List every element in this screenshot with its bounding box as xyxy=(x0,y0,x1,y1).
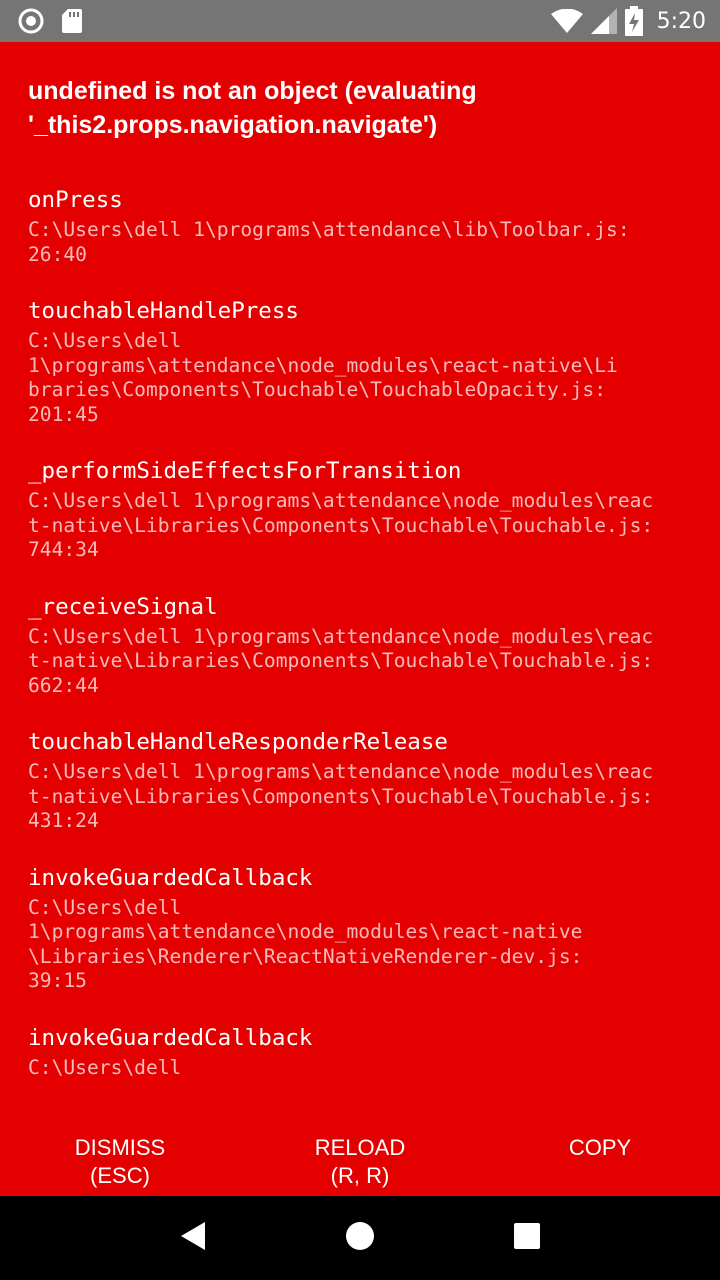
copy-button[interactable]: COPY xyxy=(480,1090,720,1196)
sd-card-icon xyxy=(62,9,82,33)
frame-method: invokeGuardedCallback xyxy=(28,1024,313,1051)
stack-frame[interactable]: touchableHandleResponderRelease C:\Users… xyxy=(28,726,696,834)
recents-icon xyxy=(513,1222,541,1255)
frame-method: invokeGuardedCallback xyxy=(28,864,313,891)
stack-frame[interactable]: onPress C:\Users\dell 1\programs\attenda… xyxy=(28,184,696,267)
status-bar: 5:20 xyxy=(0,0,720,42)
stack-frame[interactable]: touchableHandlePress C:\Users\dell 1\pro… xyxy=(28,295,696,427)
frame-file: C:\Users\dell 1\programs\attendance\node… xyxy=(28,760,654,832)
frame-method: touchableHandlePress xyxy=(28,298,299,324)
cell-signal-icon xyxy=(590,8,617,34)
battery-charging-icon xyxy=(624,6,643,36)
stack-trace[interactable]: onPress C:\Users\dell 1\programs\attenda… xyxy=(28,184,696,1122)
frame-file: C:\Users\dell 1\programs\attendance\lib\… xyxy=(28,218,630,266)
status-time: 5:20 xyxy=(656,8,706,34)
frame-file: C:\Users\dell 1\programs\attendance\node… xyxy=(28,489,654,561)
stack-frame[interactable]: invokeGuardedCallback C:\Users\dell xyxy=(28,1022,696,1081)
frame-file: C:\Users\dell 1\programs\attendance\node… xyxy=(28,895,583,993)
frame-file: C:\Users\dell 1\programs\attendance\node… xyxy=(28,329,618,426)
home-button[interactable] xyxy=(330,1208,390,1268)
frame-method: _performSideEffectsForTransition xyxy=(28,458,462,484)
dismiss-button[interactable]: DISMISS (ESC) xyxy=(0,1090,240,1196)
record-icon xyxy=(18,8,44,34)
android-screen: 5:20 undefined is not an object (evaluat… xyxy=(0,0,720,1280)
home-icon xyxy=(345,1221,375,1256)
frame-method: touchableHandleResponderRelease xyxy=(28,729,448,755)
error-title: undefined is not an object (evaluating '… xyxy=(28,77,477,139)
frame-file: C:\Users\dell 1\programs\attendance\node… xyxy=(28,624,654,697)
stack-frame[interactable]: _receiveSignal C:\Users\dell 1\programs\… xyxy=(28,591,696,699)
recents-button[interactable] xyxy=(497,1208,557,1268)
frame-file: C:\Users\dell xyxy=(28,1055,182,1079)
stack-frame[interactable]: _performSideEffectsForTransition C:\User… xyxy=(28,455,696,563)
redbox-button-bar: DISMISS (ESC) RELOAD (R, R) COPY xyxy=(0,1090,720,1196)
navigation-bar xyxy=(0,1196,720,1280)
frame-method: _receiveSignal xyxy=(28,593,218,620)
back-icon xyxy=(179,1221,207,1256)
back-button[interactable] xyxy=(163,1208,223,1268)
stack-frame[interactable]: invokeGuardedCallback C:\Users\dell 1\pr… xyxy=(28,862,696,994)
wifi-icon xyxy=(550,9,583,33)
frame-method: onPress xyxy=(28,187,123,213)
redbox-error-screen: undefined is not an object (evaluating '… xyxy=(0,42,720,1196)
reload-button[interactable]: RELOAD (R, R) xyxy=(240,1090,480,1196)
